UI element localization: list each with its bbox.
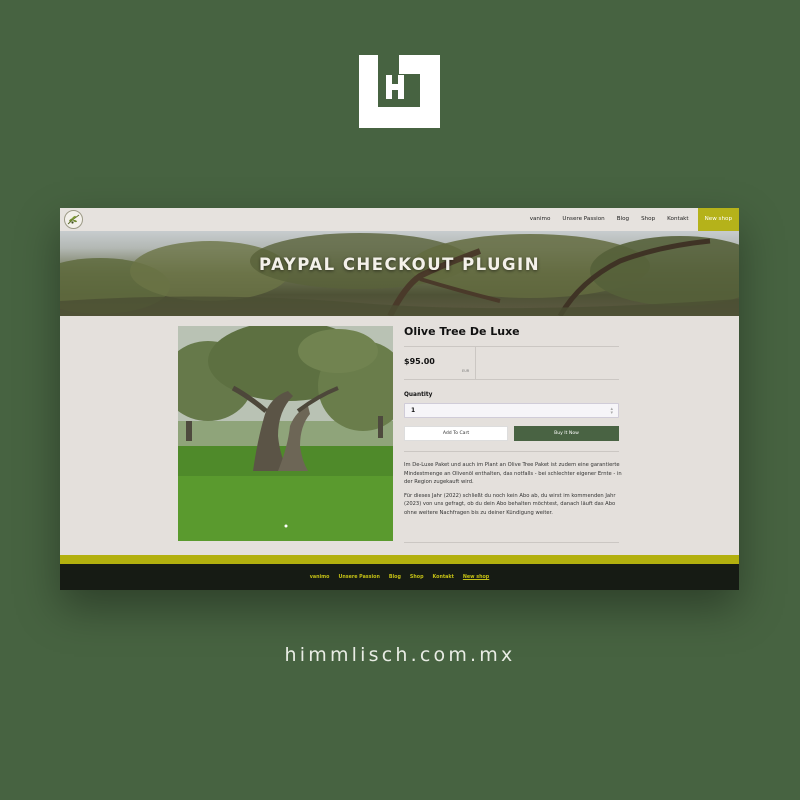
spinner-arrows-icon[interactable]: ▴ ▾ [610,407,613,416]
footer-link-blog[interactable]: Blog [384,575,405,580]
olive-branch-logo-icon[interactable] [64,210,83,229]
add-to-cart-button[interactable]: Add To Cart [404,426,508,441]
quantity-label: Quantity [404,392,433,398]
product-details: Olive Tree De Luxe $95.00 EUR Quantity 1… [404,324,622,543]
buy-now-button[interactable]: Buy It Now [514,426,619,441]
nav-item-unsere-passion[interactable]: Unsere Passion [556,208,610,231]
hero-banner: PAYPAL CHECKOUT PLUGIN [60,231,739,316]
quantity-stepper[interactable]: 1 ▴ ▾ [404,403,619,418]
price-currency: EUR [462,369,470,373]
footer-accent-stripe [60,555,739,564]
divider [404,542,619,543]
divider [404,451,619,452]
website-screenshot: vanimo Unsere Passion Blog Shop Kontakt … [60,208,739,590]
description-paragraph: Im De-Luxe Paket und auch im Plant an Ol… [404,462,622,486]
nav-new-shop-button[interactable]: New shop [697,208,739,231]
brand-url: himmlisch.com.mx [284,644,516,666]
product-image [178,326,393,541]
footer-link-vanimo[interactable]: vanimo [305,575,334,580]
footer-link-new-shop[interactable]: New shop [458,575,493,580]
product-title: Olive Tree De Luxe [404,325,520,338]
product-price: $95.00 [404,357,435,366]
footer-link-kontakt[interactable]: Kontakt [428,575,458,580]
hh-monogram-icon [359,55,440,128]
nav-item-blog[interactable]: Blog [611,208,635,231]
description-paragraph: Für dieses Jahr (2022) schließt du noch … [404,492,616,516]
product-description: Im De-Luxe Paket und auch im Plant an Ol… [404,461,622,523]
nav-item-shop[interactable]: Shop [635,208,661,231]
hero-title: PAYPAL CHECKOUT PLUGIN [259,255,540,274]
price-divider [475,347,476,379]
footer-link-unsere-passion[interactable]: Unsere Passion [334,575,384,580]
site-navbar: vanimo Unsere Passion Blog Shop Kontakt … [60,208,739,231]
nav-links: vanimo Unsere Passion Blog Shop Kontakt … [524,208,739,231]
footer-link-shop[interactable]: Shop [405,575,428,580]
nav-item-vanimo[interactable]: vanimo [524,208,557,231]
price-box: $95.00 EUR [404,346,619,380]
nav-item-kontakt[interactable]: Kontakt [661,208,694,231]
quantity-value: 1 [411,407,416,414]
site-footer: vanimo Unsere Passion Blog Shop Kontakt … [60,564,739,590]
